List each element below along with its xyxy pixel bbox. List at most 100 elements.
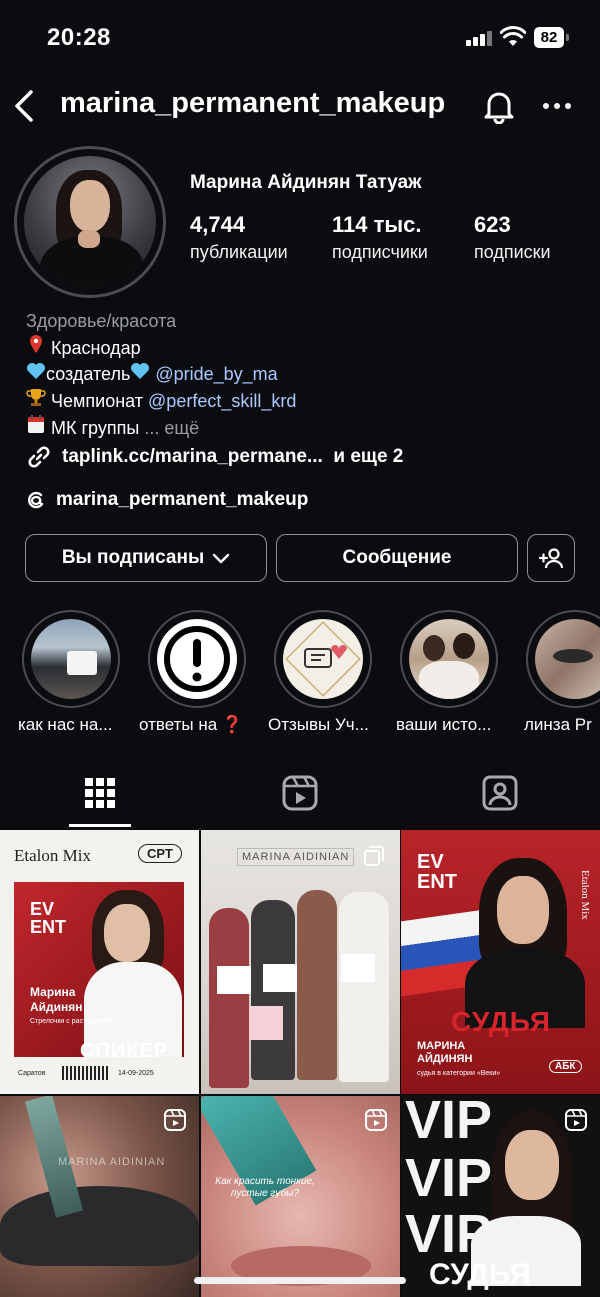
- bell-icon[interactable]: [482, 88, 516, 124]
- post3-brand: Etalon Mix: [579, 870, 591, 920]
- post3-name-first: МАРИНА: [417, 1040, 466, 1052]
- reel-icon: [164, 1109, 186, 1131]
- trophy-icon: [26, 387, 46, 414]
- grid-post-4[interactable]: MARINA AIDINIAN: [0, 1096, 199, 1297]
- post2-sign: MARINA AIDINIAN: [237, 848, 355, 866]
- post1-name: Марина Айдинян: [30, 985, 83, 1015]
- post6-judge: СУДЬЯ: [429, 1258, 531, 1291]
- stat-followers[interactable]: 114 тыс. подписчики: [332, 212, 428, 263]
- threads-username[interactable]: marina_permanent_makeup: [56, 489, 308, 510]
- post1-badge: СРТ: [138, 844, 182, 863]
- threads-row[interactable]: marina_permanent_makeup: [26, 489, 308, 511]
- highlight-5-label: линза Pr: [524, 715, 592, 734]
- stat-posts[interactable]: 4,744 публикации: [190, 212, 288, 263]
- grid-post-5[interactable]: Как красить тонкие, пустые губы?: [201, 1096, 400, 1297]
- message-label: Сообщение: [342, 547, 452, 568]
- stat-followers-label: подписчики: [332, 242, 428, 262]
- champ-handle-link[interactable]: @perfect_skill_krd: [148, 391, 296, 411]
- bio-champ-prefix: Чемпионат: [51, 391, 144, 411]
- post3-name-last: АЙДИНЯН: [417, 1053, 473, 1065]
- post1-person-face: [104, 904, 150, 962]
- post6-vip-1: VIP: [405, 1096, 493, 1150]
- profile-username: marina_permanent_makeup: [60, 87, 446, 119]
- threads-icon: [28, 491, 44, 509]
- highlight-3-label: Отзывы Уч...: [268, 715, 369, 734]
- stat-following-label: подписки: [474, 242, 551, 262]
- grid-post-6[interactable]: VIP VIP VIP СУДЬЯ: [401, 1096, 600, 1297]
- highlight-3[interactable]: [273, 610, 373, 708]
- bio-champ-line: Чемпионат @perfect_skill_krd: [26, 387, 586, 414]
- stat-following[interactable]: 623 подписки: [474, 212, 551, 263]
- highlight-4-label: ваши исто...: [396, 715, 492, 734]
- cellular-signal-icon: [466, 30, 492, 46]
- status-bar: 20:28 82: [0, 0, 600, 76]
- more-options-icon[interactable]: [540, 92, 574, 120]
- carousel-icon: [364, 846, 384, 866]
- bio: Здоровье/красота Краснодар создатель @pr…: [26, 308, 586, 441]
- post1-barcode: [62, 1066, 110, 1080]
- post5-caption: Как красить тонкие, пустые губы?: [215, 1176, 315, 1199]
- grid-post-1[interactable]: Etalon Mix СРТ EV ENT Марина Айдинян Стре…: [0, 830, 199, 1094]
- stat-followers-value: 114 тыс.: [332, 212, 422, 237]
- following-label: Вы подписаны: [61, 547, 205, 568]
- grid-post-3[interactable]: EV ENT Etalon Mix СУДЬЯ МАРИНА АЙДИНЯН су…: [401, 830, 600, 1094]
- post3-judge: СУДЬЯ: [451, 1006, 551, 1037]
- tagged-tab-icon[interactable]: [480, 773, 520, 813]
- post3-badge: АБК: [549, 1060, 582, 1073]
- exclamation-icon: [164, 626, 230, 692]
- highlight-2[interactable]: [147, 610, 247, 708]
- post2-cert-1: [217, 966, 251, 994]
- avatar[interactable]: [24, 156, 156, 288]
- creator-handle-link[interactable]: @pride_by_ma: [155, 364, 277, 384]
- bio-more-button[interactable]: ... ещё: [144, 418, 199, 438]
- grid-post-2[interactable]: MARINA AIDINIAN: [201, 830, 400, 1094]
- highlight-4[interactable]: [399, 610, 499, 708]
- grid-tab-icon[interactable]: [80, 773, 120, 813]
- external-link[interactable]: taplink.cc/marina_permane...: [62, 446, 323, 467]
- post1-event: EV ENT: [30, 899, 66, 937]
- add-person-icon: [538, 548, 564, 569]
- reels-tab-icon[interactable]: [280, 773, 320, 813]
- post1-brand: Etalon Mix: [14, 846, 91, 865]
- post4-watermark: MARINA AIDINIAN: [58, 1156, 166, 1168]
- following-button[interactable]: Вы подписаны: [25, 534, 267, 582]
- post6-vip-2: VIP: [405, 1148, 493, 1208]
- highlight-1-label: как нас на...: [18, 715, 113, 734]
- post2-bag: [249, 1006, 283, 1040]
- stat-following-value: 623: [474, 212, 511, 237]
- status-time: 20:28: [47, 24, 111, 51]
- reel-icon: [365, 1109, 387, 1131]
- highlight-1[interactable]: [21, 610, 121, 708]
- blue-heart-icon: [26, 361, 46, 387]
- reel-icon: [565, 1109, 587, 1131]
- pin-icon: [26, 334, 46, 361]
- bio-creator-prefix: создатель: [46, 364, 131, 384]
- bio-creator-line: создатель @pride_by_ma: [26, 361, 586, 387]
- bio-groups-line: МК группы ... ещё: [26, 414, 586, 441]
- post3-category: судья в категории «Веки»: [417, 1070, 501, 1077]
- post4-eyelid: [0, 1186, 199, 1266]
- profile-full-name: Марина Айдинян Татуаж: [190, 172, 422, 193]
- post3-person-face: [497, 876, 549, 944]
- message-button[interactable]: Сообщение: [276, 534, 518, 582]
- post2-cert-2: [263, 964, 297, 992]
- post6-person-face: [505, 1130, 559, 1200]
- link-icon: [28, 446, 50, 468]
- battery-tip: [566, 34, 569, 41]
- post2-cert-3: [341, 954, 375, 982]
- calendar-icon: [26, 414, 46, 441]
- back-arrow-icon[interactable]: [12, 88, 36, 124]
- battery-icon: 82: [534, 27, 564, 48]
- active-tab-indicator: [69, 824, 131, 827]
- external-link-row[interactable]: taplink.cc/marina_permane... и еще 2: [26, 444, 403, 470]
- post1-speaker: СПИКЕР: [80, 1040, 169, 1062]
- suggest-people-button[interactable]: [527, 534, 575, 582]
- home-indicator[interactable]: [194, 1277, 406, 1284]
- post3-name: МАРИНА АЙДИНЯН: [417, 1040, 472, 1066]
- post1-name-first: Марина: [30, 985, 76, 999]
- bio-location-line: Краснодар: [26, 334, 586, 361]
- more-links[interactable]: и еще 2: [333, 446, 403, 467]
- highlight-2-label: ответы на ❓: [139, 715, 244, 734]
- post1-name-last: Айдинян: [30, 1000, 83, 1014]
- highlight-5[interactable]: [525, 610, 600, 708]
